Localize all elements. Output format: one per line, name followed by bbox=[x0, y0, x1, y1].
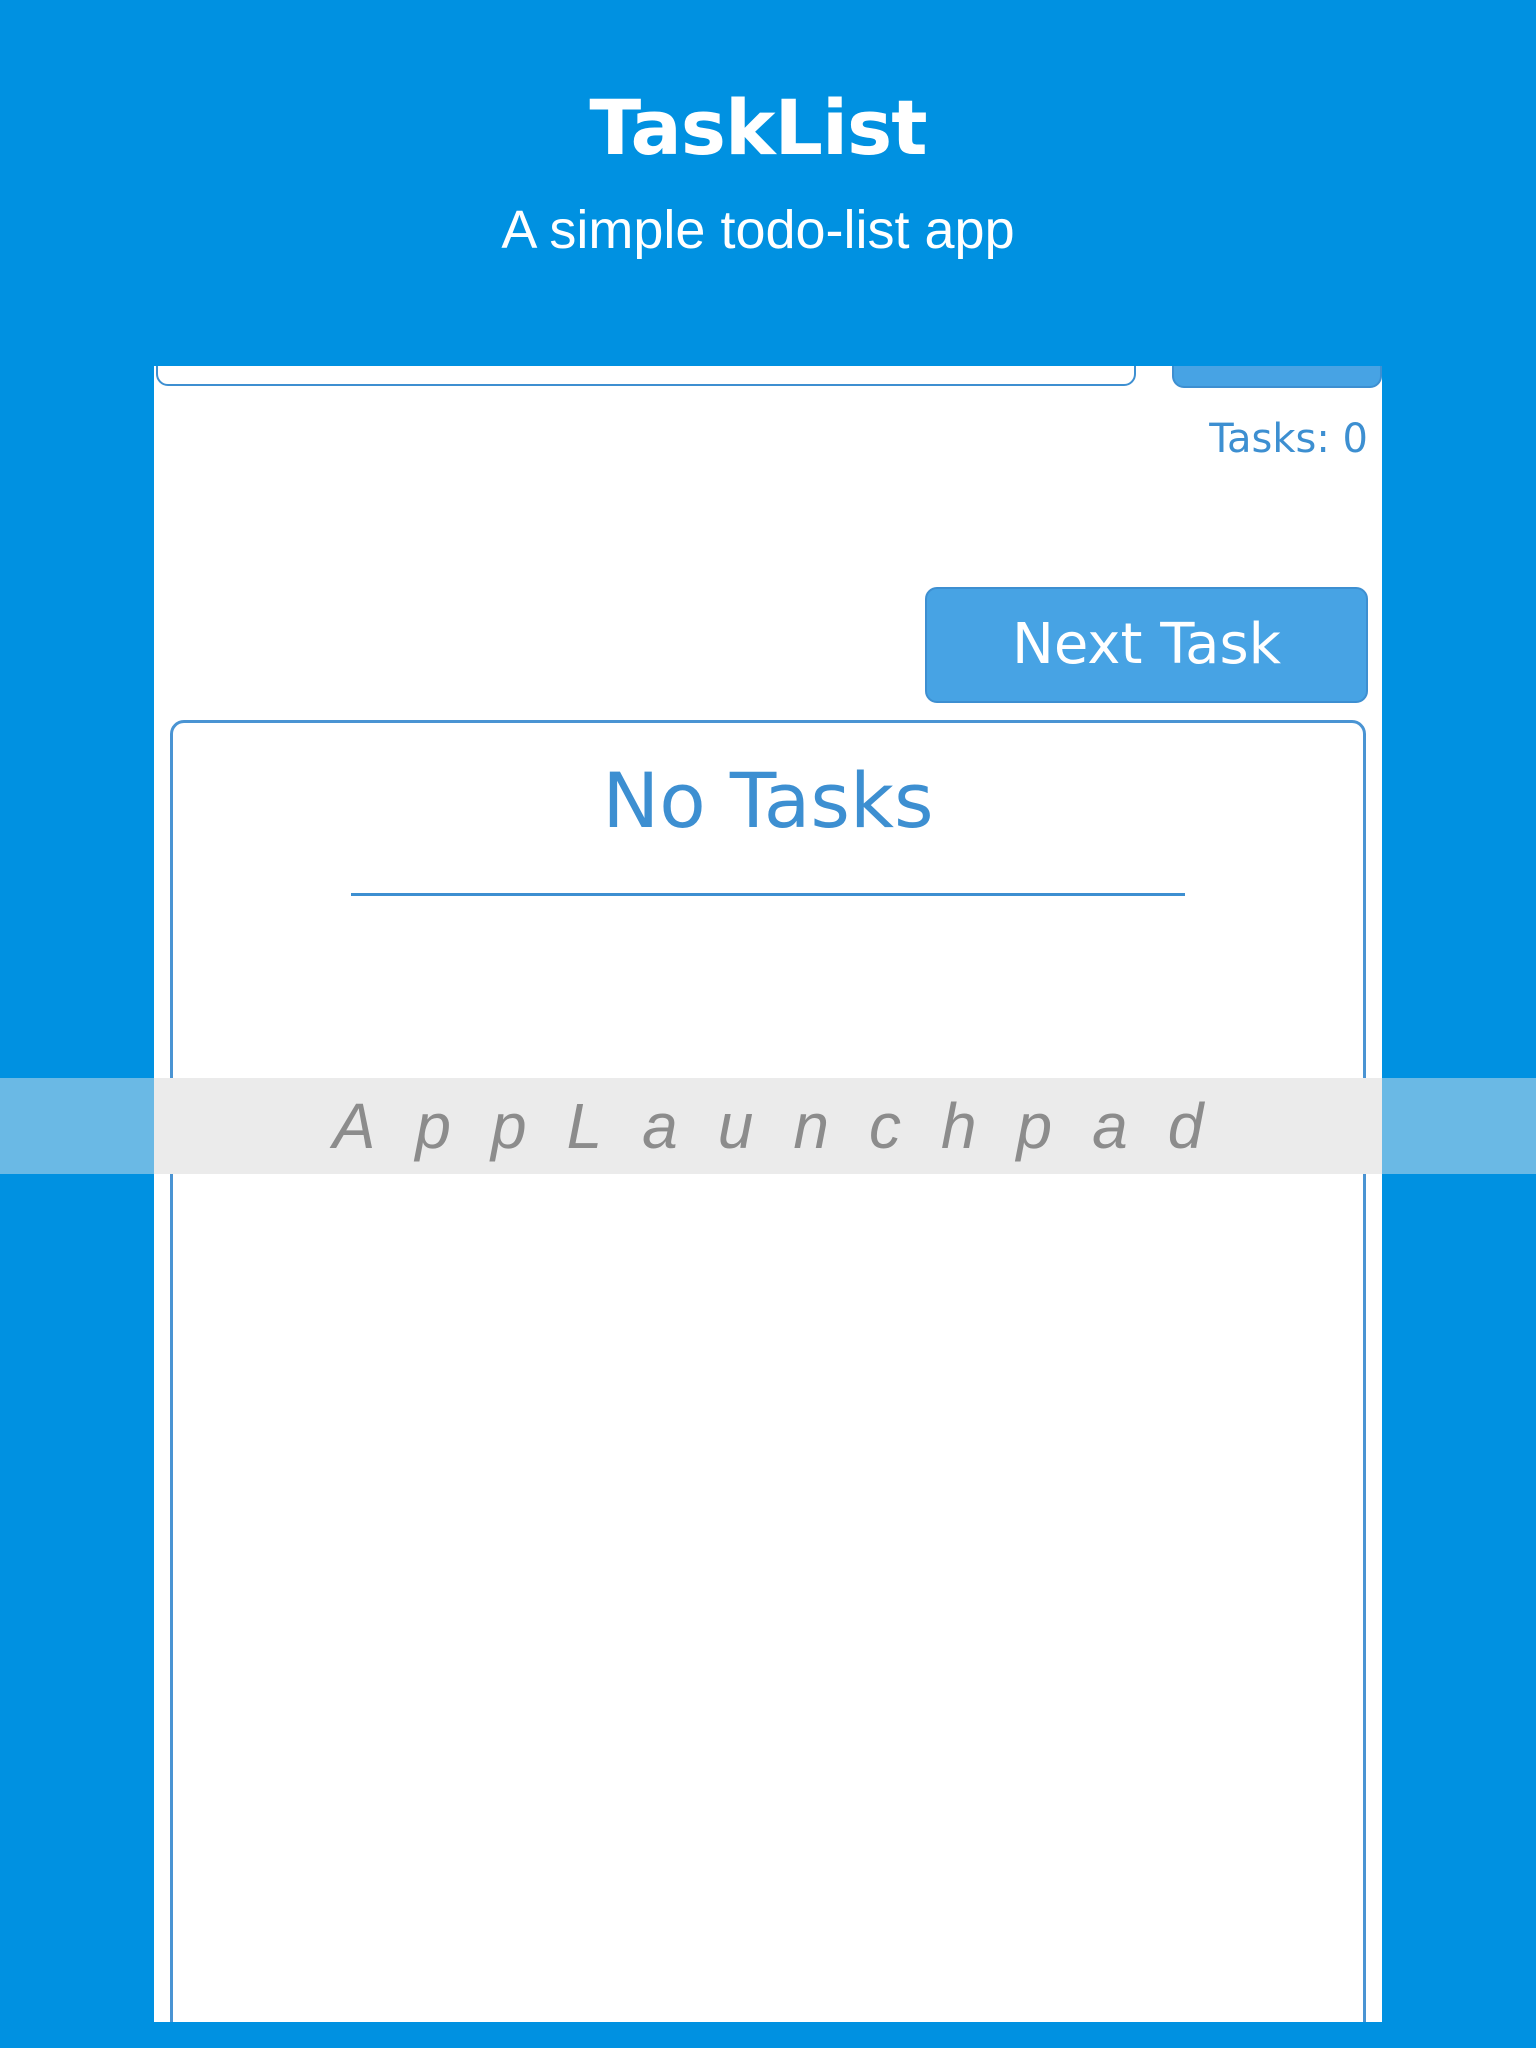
panel-heading: No Tasks bbox=[602, 756, 934, 845]
device-screen: Tasks: 0 Next Task No Tasks bbox=[154, 366, 1382, 2022]
app-title: TaskList bbox=[589, 83, 927, 172]
task-count: Tasks: 0 bbox=[1209, 416, 1368, 462]
app-subtitle: A simple todo-list app bbox=[501, 200, 1015, 260]
next-task-button[interactable]: Next Task bbox=[925, 587, 1368, 703]
panel-divider bbox=[351, 893, 1185, 896]
task-list-panel: No Tasks bbox=[170, 720, 1366, 2022]
add-task-button[interactable] bbox=[1172, 366, 1382, 388]
watermark-text: AppLaunchpad bbox=[332, 1090, 1244, 1162]
task-input[interactable] bbox=[156, 366, 1136, 386]
